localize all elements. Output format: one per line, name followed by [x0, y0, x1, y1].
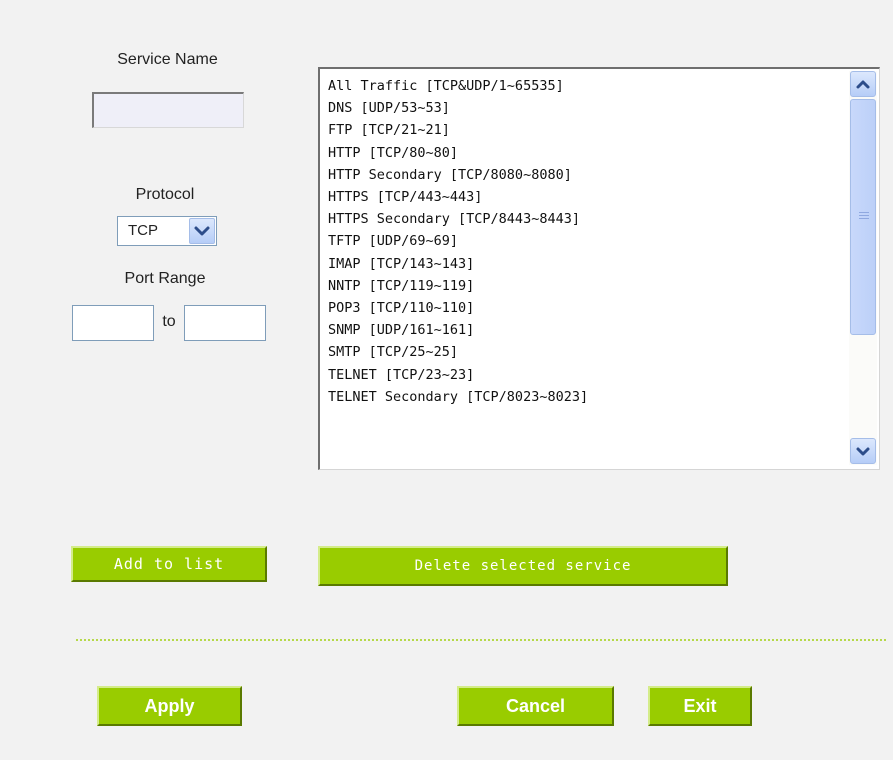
cancel-button[interactable]: Cancel: [457, 686, 614, 726]
service-name-label: Service Name: [117, 51, 218, 68]
port-from-input[interactable]: [72, 305, 154, 341]
service-name-input[interactable]: [92, 92, 244, 128]
chevron-down-icon[interactable]: [850, 438, 876, 464]
listbox-scrollbar[interactable]: [849, 71, 877, 465]
service-listbox[interactable]: All Traffic [TCP&UDP/1~65535] DNS [UDP/53…: [318, 67, 880, 470]
chevron-down-icon[interactable]: [189, 218, 215, 244]
service-list-item[interactable]: TFTP [UDP/69~69]: [328, 230, 588, 252]
divider: [76, 639, 886, 641]
service-list-item[interactable]: DNS [UDP/53~53]: [328, 97, 588, 119]
add-to-list-button[interactable]: Add to list: [71, 546, 267, 582]
apply-button[interactable]: Apply: [97, 686, 242, 726]
service-list-item[interactable]: TELNET Secondary [TCP/8023~8023]: [328, 386, 588, 408]
exit-button[interactable]: Exit: [648, 686, 752, 726]
delete-selected-service-button[interactable]: Delete selected service: [318, 546, 728, 586]
service-list-item[interactable]: HTTP Secondary [TCP/8080~8080]: [328, 164, 588, 186]
service-list-item[interactable]: HTTPS Secondary [TCP/8443~8443]: [328, 208, 588, 230]
port-to-label: to: [162, 313, 176, 330]
service-list-item[interactable]: HTTPS [TCP/443~443]: [328, 186, 588, 208]
service-list-item[interactable]: SMTP [TCP/25~25]: [328, 341, 588, 363]
scrollbar-thumb[interactable]: [850, 99, 876, 335]
protocol-label: Protocol: [135, 186, 195, 203]
service-list-item[interactable]: HTTP [TCP/80~80]: [328, 142, 588, 164]
service-list: All Traffic [TCP&UDP/1~65535] DNS [UDP/53…: [328, 75, 588, 408]
chevron-up-icon[interactable]: [850, 71, 876, 97]
service-list-item[interactable]: IMAP [TCP/143~143]: [328, 253, 588, 275]
service-list-item[interactable]: All Traffic [TCP&UDP/1~65535]: [328, 75, 588, 97]
service-list-item[interactable]: NNTP [TCP/119~119]: [328, 275, 588, 297]
service-list-item[interactable]: SNMP [UDP/161~161]: [328, 319, 588, 341]
grip-icon: [859, 212, 869, 220]
service-list-item[interactable]: FTP [TCP/21~21]: [328, 119, 588, 141]
port-to-input[interactable]: [184, 305, 266, 341]
protocol-selected-value: TCP: [128, 222, 158, 239]
port-range-label: Port Range: [124, 270, 206, 287]
service-list-item[interactable]: TELNET [TCP/23~23]: [328, 364, 588, 386]
protocol-select[interactable]: TCP: [117, 216, 217, 246]
service-list-item[interactable]: POP3 [TCP/110~110]: [328, 297, 588, 319]
